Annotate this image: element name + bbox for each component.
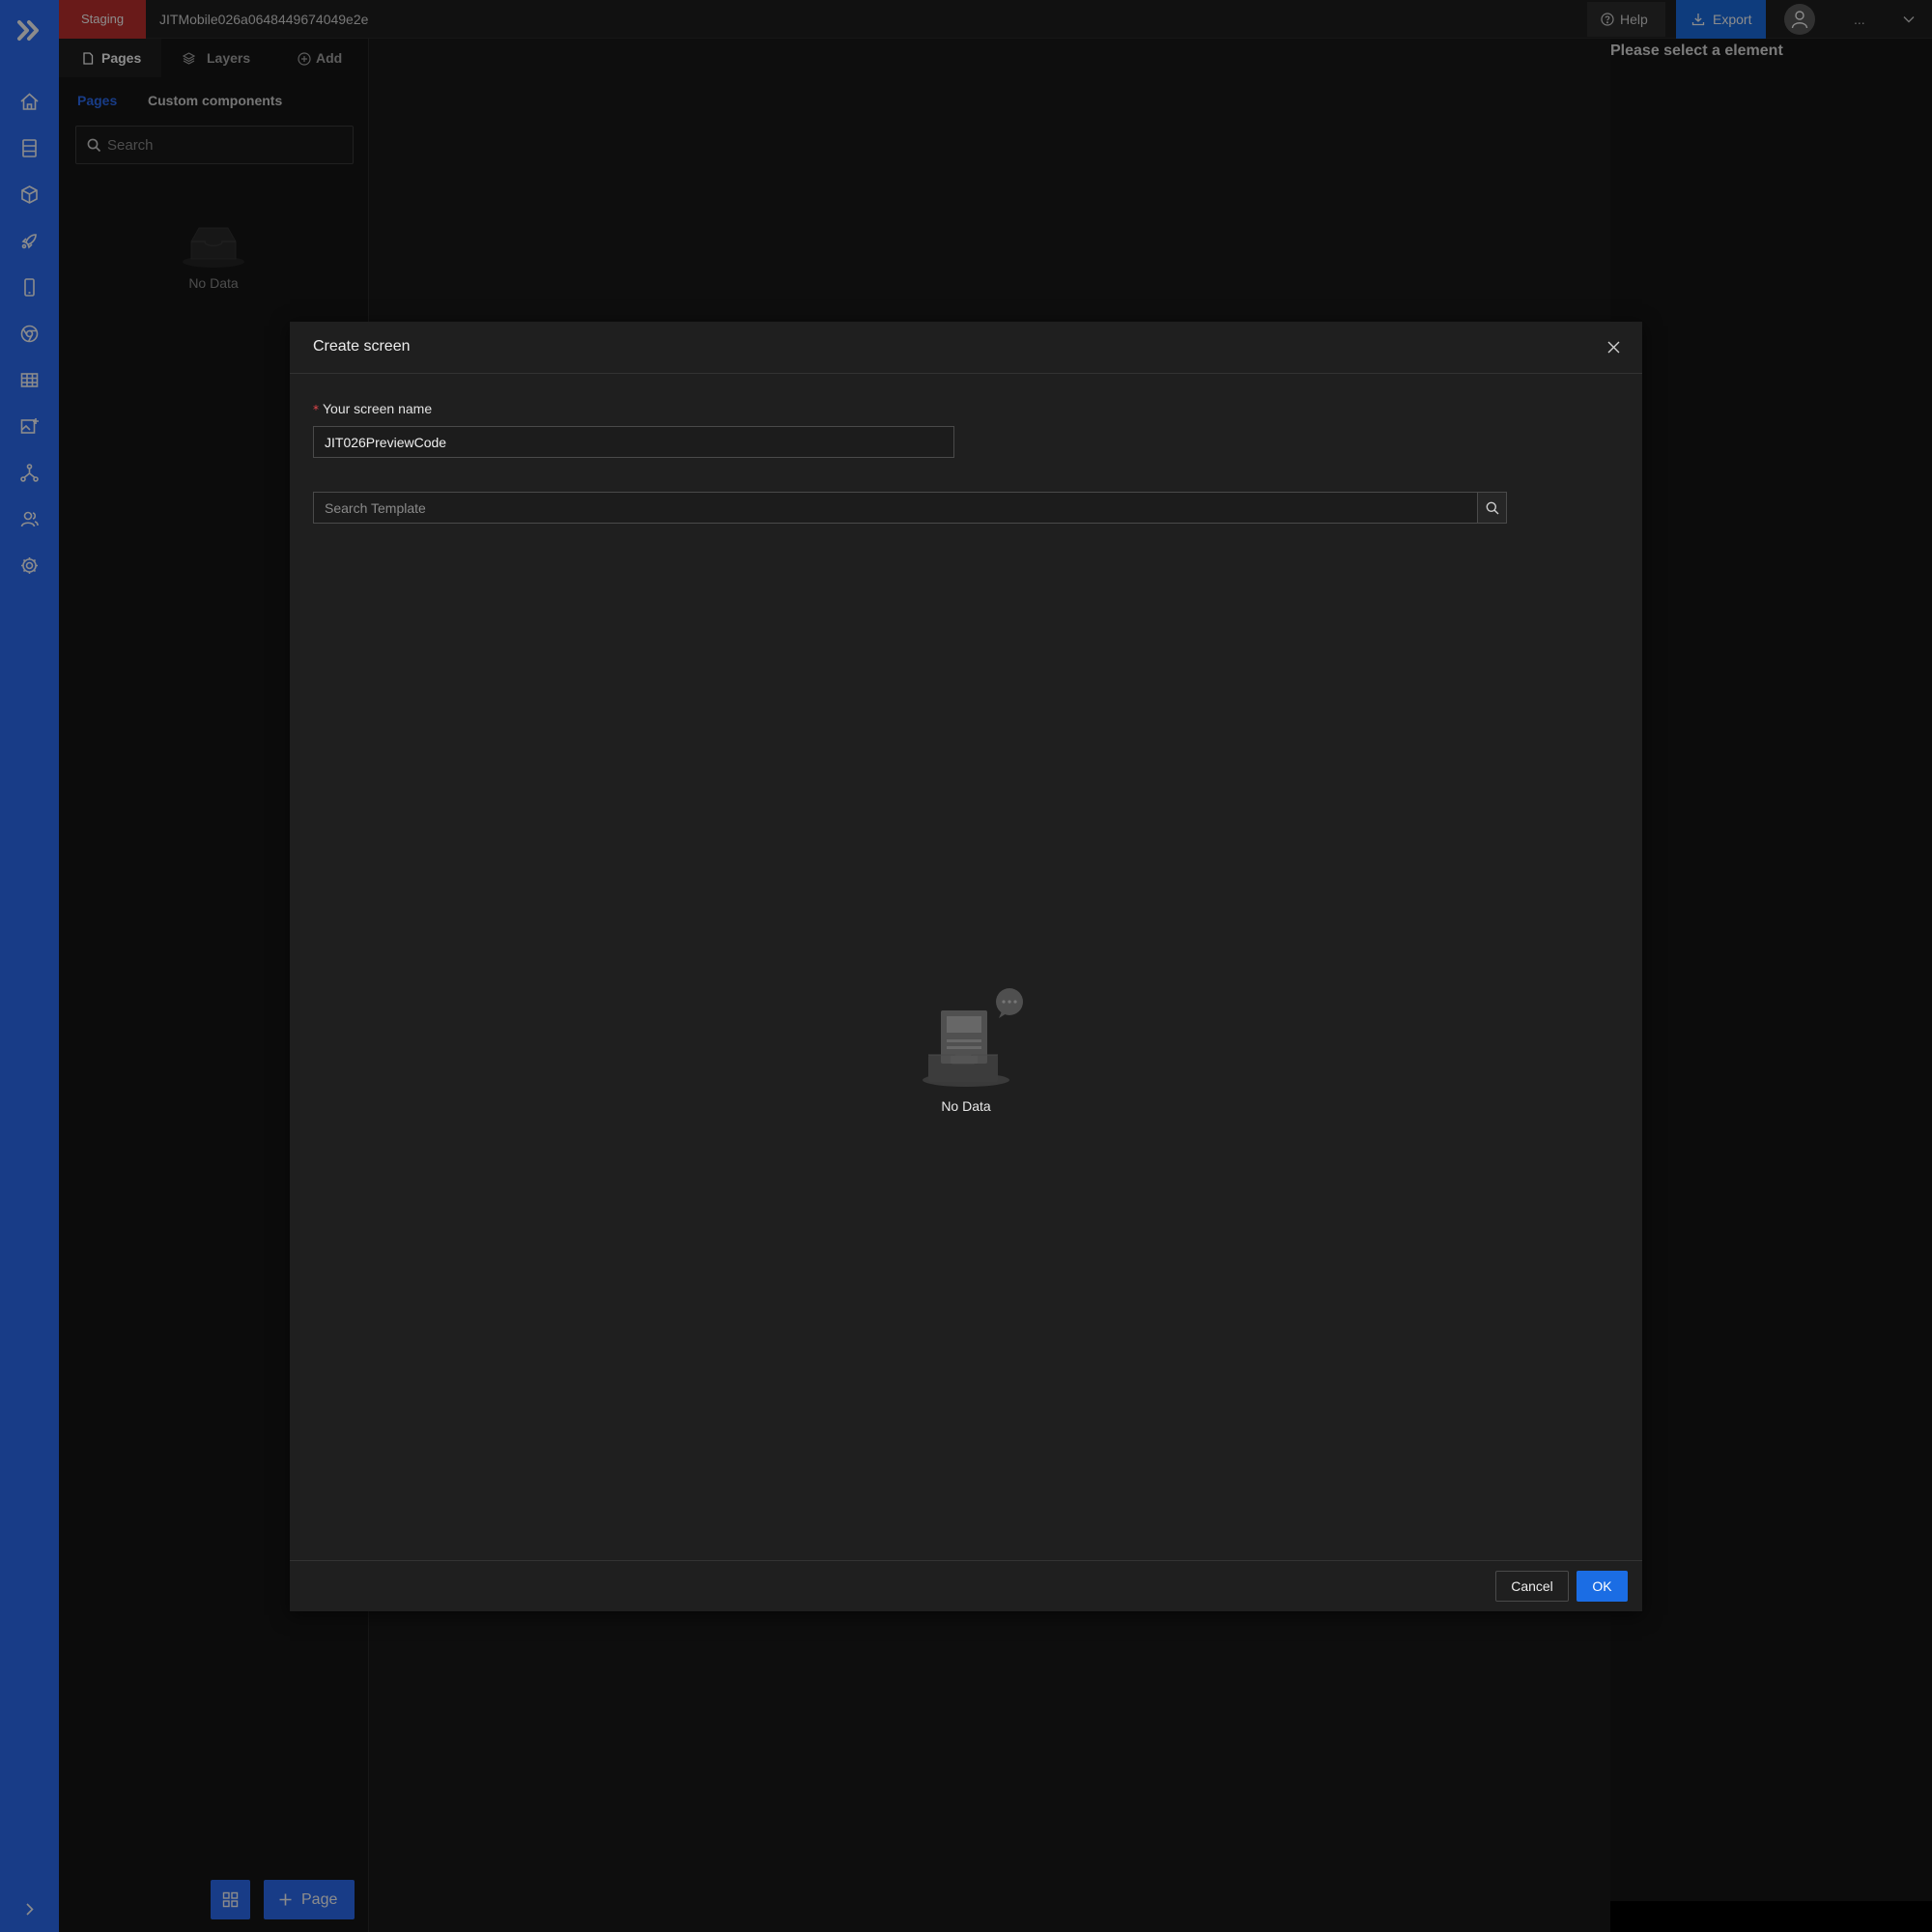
close-icon[interactable] xyxy=(1606,340,1621,355)
screen-name-label: * Your screen name xyxy=(313,401,432,416)
template-search-input[interactable] xyxy=(313,492,1478,524)
dialog-footer: Cancel OK xyxy=(290,1560,1642,1611)
search-icon xyxy=(1486,501,1499,515)
ok-button[interactable]: OK xyxy=(1577,1571,1628,1602)
dialog-title: Create screen xyxy=(313,338,411,355)
cancel-button[interactable]: Cancel xyxy=(1495,1571,1569,1602)
templates-empty-text: No Data xyxy=(941,1098,991,1114)
create-screen-dialog: Create screen *Your screen name No Data … xyxy=(290,322,1642,1611)
dialog-header: Create screen xyxy=(290,322,1642,374)
screen-name-input[interactable] xyxy=(313,426,954,458)
empty-data-illustration xyxy=(923,988,1023,1087)
template-search-button[interactable] xyxy=(1477,492,1507,524)
required-marker: * xyxy=(313,403,319,416)
screen-name-label-text: Your screen name xyxy=(323,401,433,416)
